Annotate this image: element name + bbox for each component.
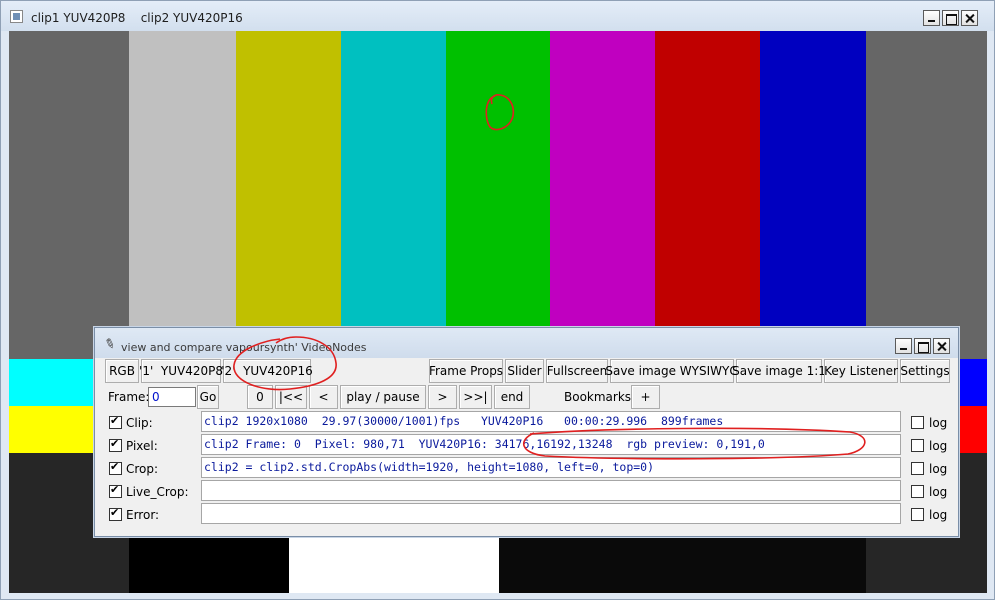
bottom-black-right bbox=[499, 537, 866, 593]
main-window-title: clip1 YUV420P8 clip2 YUV420P16 bbox=[31, 11, 243, 25]
next-frame-button[interactable]: > bbox=[428, 385, 457, 409]
live-crop-info-field[interactable] bbox=[201, 480, 901, 501]
crop-log-checkbox[interactable] bbox=[911, 462, 924, 475]
crop-label: Crop: bbox=[126, 462, 159, 476]
bar-gray-right bbox=[866, 31, 987, 361]
frame-input[interactable]: 0 bbox=[148, 387, 196, 407]
clip1-button[interactable]: '1' YUV420P8 bbox=[139, 359, 223, 383]
last-frame-button[interactable]: >>| bbox=[459, 385, 492, 409]
minimize-icon[interactable] bbox=[895, 338, 912, 354]
frame-zero-button[interactable]: 0 bbox=[247, 385, 273, 409]
crop-checkbox[interactable] bbox=[109, 460, 122, 475]
bar-red-bright bbox=[957, 406, 987, 453]
fullscreen-button[interactable]: Fullscreen bbox=[546, 359, 608, 383]
first-frame-button[interactable]: |<< bbox=[275, 385, 307, 409]
bar-red bbox=[655, 31, 760, 361]
pixel-label: Pixel: bbox=[126, 439, 158, 453]
clip-label: Clip: bbox=[126, 416, 153, 430]
bar-light-gray bbox=[129, 31, 236, 361]
bar-magenta bbox=[550, 31, 655, 361]
bar-green bbox=[446, 31, 550, 361]
bar-cyan bbox=[341, 31, 446, 361]
save-1to1-button[interactable]: Save image 1:1 bbox=[732, 359, 826, 383]
close-icon[interactable] bbox=[961, 10, 978, 26]
live-crop-checkbox[interactable] bbox=[109, 483, 122, 498]
settings-button[interactable]: Settings bbox=[900, 359, 950, 383]
tool-window-title: view and compare vapoursynth' VideoNodes bbox=[121, 341, 367, 354]
error-log-checkbox[interactable] bbox=[911, 508, 924, 521]
live-crop-label: Live_Crop: bbox=[126, 485, 189, 499]
pixel-log-checkbox[interactable] bbox=[911, 439, 924, 452]
frame-props-button[interactable]: Frame Props bbox=[429, 359, 503, 383]
live-crop-log-checkbox[interactable] bbox=[911, 485, 924, 498]
save-wysiwyg-button[interactable]: Save image WYSIWYG bbox=[605, 359, 739, 383]
clip-log-checkbox[interactable] bbox=[911, 416, 924, 429]
prev-frame-button[interactable]: < bbox=[309, 385, 338, 409]
clip2-button[interactable]: '2' YUV420P16 bbox=[221, 359, 313, 383]
main-titlebar[interactable]: clip1 YUV420P8 clip2 YUV420P16 bbox=[1, 1, 994, 31]
bar-yellow bbox=[236, 31, 341, 361]
pixel-info-field[interactable]: clip2 Frame: 0 Pixel: 980,71 YUV420P16: … bbox=[201, 434, 901, 455]
bar-cyan-bright bbox=[9, 359, 99, 406]
bottom-black-left bbox=[129, 537, 289, 593]
error-checkbox[interactable] bbox=[109, 506, 122, 521]
close-icon[interactable] bbox=[933, 338, 950, 354]
bookmarks-label: Bookmarks: bbox=[564, 390, 636, 404]
live-crop-log-label: log bbox=[929, 485, 948, 499]
bar-blue-bright bbox=[957, 359, 987, 406]
bar-yellow-bright bbox=[9, 406, 99, 453]
crop-info-field[interactable]: clip2 = clip2.std.CropAbs(width=1920, he… bbox=[201, 457, 901, 478]
tool-titlebar[interactable]: ✎ view and compare vapoursynth' VideoNod… bbox=[95, 328, 958, 358]
error-label: Error: bbox=[126, 508, 160, 522]
pixel-checkbox[interactable] bbox=[109, 437, 122, 452]
minimize-icon[interactable] bbox=[923, 10, 940, 26]
app-icon bbox=[10, 10, 23, 23]
tool-window-controls bbox=[895, 338, 950, 354]
error-log-label: log bbox=[929, 508, 948, 522]
end-button[interactable]: end bbox=[494, 385, 530, 409]
key-listener-button[interactable]: Key Listener bbox=[824, 359, 898, 383]
pixel-log-label: log bbox=[929, 439, 948, 453]
clip-log-label: log bbox=[929, 416, 948, 430]
feather-icon: ✎ bbox=[101, 335, 118, 354]
crop-log-label: log bbox=[929, 462, 948, 476]
maximize-icon[interactable] bbox=[914, 338, 931, 354]
rgb-button[interactable]: RGB bbox=[105, 359, 139, 383]
clip-info-field[interactable]: clip2 1920x1080 29.97(30000/1001)fps YUV… bbox=[201, 411, 901, 432]
bar-blue bbox=[760, 31, 866, 361]
go-button[interactable]: Go bbox=[197, 385, 219, 409]
play-pause-button[interactable]: play / pause bbox=[340, 385, 426, 409]
frame-label: Frame: bbox=[108, 390, 150, 404]
maximize-icon[interactable] bbox=[942, 10, 959, 26]
slider-button[interactable]: Slider bbox=[505, 359, 544, 383]
main-window-controls bbox=[923, 10, 978, 26]
error-info-field[interactable] bbox=[201, 503, 901, 524]
bar-gray-left bbox=[9, 31, 129, 361]
add-bookmark-button[interactable]: + bbox=[631, 385, 660, 409]
clip-checkbox[interactable] bbox=[109, 414, 122, 429]
bottom-white bbox=[289, 537, 499, 593]
